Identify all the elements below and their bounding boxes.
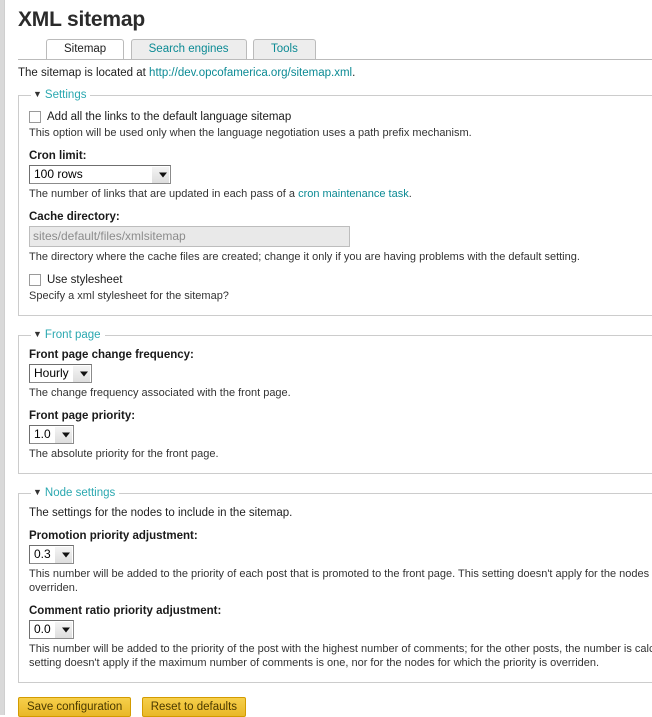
cron-limit-select-wrap: 100 rows — [29, 165, 171, 184]
primary-tabs: Sitemap Search engines Tools — [18, 38, 652, 60]
form-item-cron-limit: Cron limit: 100 rows The number of links… — [29, 150, 652, 201]
tab-item-sitemap: Sitemap — [46, 38, 125, 59]
node-settings-intro: The settings for the nodes to include in… — [29, 507, 293, 519]
form-item-use-stylesheet: Use stylesheet Specify a xml stylesheet … — [29, 274, 652, 303]
fieldset-front-page-legend-text: Front page — [44, 329, 101, 341]
cache-directory-input[interactable] — [29, 226, 350, 247]
collapse-triangle-icon[interactable]: ▼ — [33, 329, 42, 339]
cron-limit-description-suffix: . — [408, 188, 412, 200]
tab-search-engines[interactable]: Search engines — [130, 39, 247, 59]
promotion-priority-select[interactable]: 0.3 — [29, 545, 74, 564]
front-page-priority-label: Front page priority: — [29, 410, 136, 422]
form-item-default-language-sitemap: Add all the links to the default languag… — [29, 111, 652, 140]
save-configuration-button[interactable]: Save configuration — [18, 697, 132, 717]
sitemap-location-text: The sitemap is located at http://dev.opc… — [18, 67, 652, 79]
use-stylesheet-label[interactable]: Use stylesheet — [47, 274, 122, 286]
comment-ratio-priority-label: Comment ratio priority adjustment: — [29, 605, 222, 617]
collapse-triangle-icon[interactable]: ▼ — [33, 89, 42, 99]
sitemap-url-link[interactable]: http://dev.opcofamerica.org/sitemap.xml — [149, 67, 352, 79]
front-page-priority-select[interactable]: 1.0 — [29, 425, 74, 444]
tab-item-tools: Tools — [253, 38, 316, 59]
fieldset-node-settings-legend[interactable]: ▼ Node settings — [31, 487, 119, 499]
promotion-priority-description: This number will be added to the priorit… — [29, 568, 652, 594]
front-page-change-frequency-label: Front page change frequency: — [29, 349, 194, 361]
comment-ratio-priority-select[interactable]: 0.0 — [29, 620, 74, 639]
form-actions: Save configuration Reset to defaults — [18, 697, 652, 717]
reset-to-defaults-button[interactable]: Reset to defaults — [141, 697, 247, 717]
form-item-cache-directory: Cache directory: The directory where the… — [29, 211, 652, 264]
front-page-priority-select-wrap: 1.0 — [29, 425, 74, 444]
fieldset-settings-legend[interactable]: ▼ Settings — [31, 89, 90, 101]
cron-limit-description-prefix: The number of links that are updated in … — [29, 188, 299, 200]
cache-directory-label: Cache directory: — [29, 211, 120, 223]
front-page-change-frequency-description: The change frequency associated with the… — [29, 387, 291, 399]
checkbox-row-use-stylesheet: Use stylesheet — [29, 274, 652, 286]
comment-ratio-priority-description: This number will be added to the priorit… — [29, 643, 652, 669]
promotion-priority-label: Promotion priority adjustment: — [29, 530, 198, 542]
form-item-front-page-priority: Front page priority: 1.0 The absolute pr… — [29, 410, 652, 461]
collapse-triangle-icon[interactable]: ▼ — [33, 487, 42, 497]
front-page-change-frequency-select-wrap: Hourly — [29, 364, 92, 383]
cache-directory-description: The directory where the cache files are … — [29, 251, 580, 263]
fieldset-settings: ▼ Settings Add all the links to the defau… — [18, 89, 652, 316]
use-stylesheet-description: Specify a xml stylesheet for the sitemap… — [29, 290, 229, 302]
left-edge-strip — [0, 0, 5, 715]
comment-ratio-priority-select-wrap: 0.0 — [29, 620, 74, 639]
sitemap-location-prefix: The sitemap is located at — [18, 67, 150, 79]
form-item-comment-ratio-priority: Comment ratio priority adjustment: 0.0 T… — [29, 605, 652, 670]
cron-limit-select[interactable]: 100 rows — [29, 165, 171, 184]
cron-limit-label: Cron limit: — [29, 150, 87, 162]
front-page-change-frequency-select[interactable]: Hourly — [29, 364, 92, 383]
front-page-priority-description: The absolute priority for the front page… — [29, 448, 219, 460]
default-language-sitemap-description: This option will be used only when the l… — [29, 127, 472, 139]
fieldset-front-page-legend[interactable]: ▼ Front page — [31, 329, 105, 341]
cron-limit-description: The number of links that are updated in … — [29, 187, 652, 201]
fieldset-node-settings-legend-text: Node settings — [44, 487, 116, 499]
default-language-sitemap-checkbox[interactable] — [29, 111, 41, 123]
checkbox-row-default-language: Add all the links to the default languag… — [29, 111, 652, 123]
page-title: XML sitemap — [18, 8, 145, 31]
default-language-sitemap-label[interactable]: Add all the links to the default languag… — [47, 111, 291, 123]
page-content: XML sitemap Sitemap Search engines Tools… — [6, 0, 652, 717]
cron-maintenance-task-link[interactable]: cron maintenance task — [298, 188, 409, 200]
fieldset-node-settings: ▼ Node settings The settings for the node… — [18, 487, 652, 683]
fieldset-front-page: ▼ Front page Front page change frequency:… — [18, 329, 652, 474]
use-stylesheet-checkbox[interactable] — [29, 274, 41, 286]
form-item-promotion-priority: Promotion priority adjustment: 0.3 This … — [29, 530, 652, 595]
tab-tools[interactable]: Tools — [253, 39, 316, 59]
form-item-front-page-change-frequency: Front page change frequency: Hourly The … — [29, 349, 652, 400]
tab-item-search-engines: Search engines — [130, 38, 247, 59]
fieldset-settings-legend-text: Settings — [44, 89, 87, 101]
tab-sitemap[interactable]: Sitemap — [46, 39, 125, 59]
sitemap-location-suffix: . — [352, 67, 356, 79]
promotion-priority-select-wrap: 0.3 — [29, 545, 74, 564]
